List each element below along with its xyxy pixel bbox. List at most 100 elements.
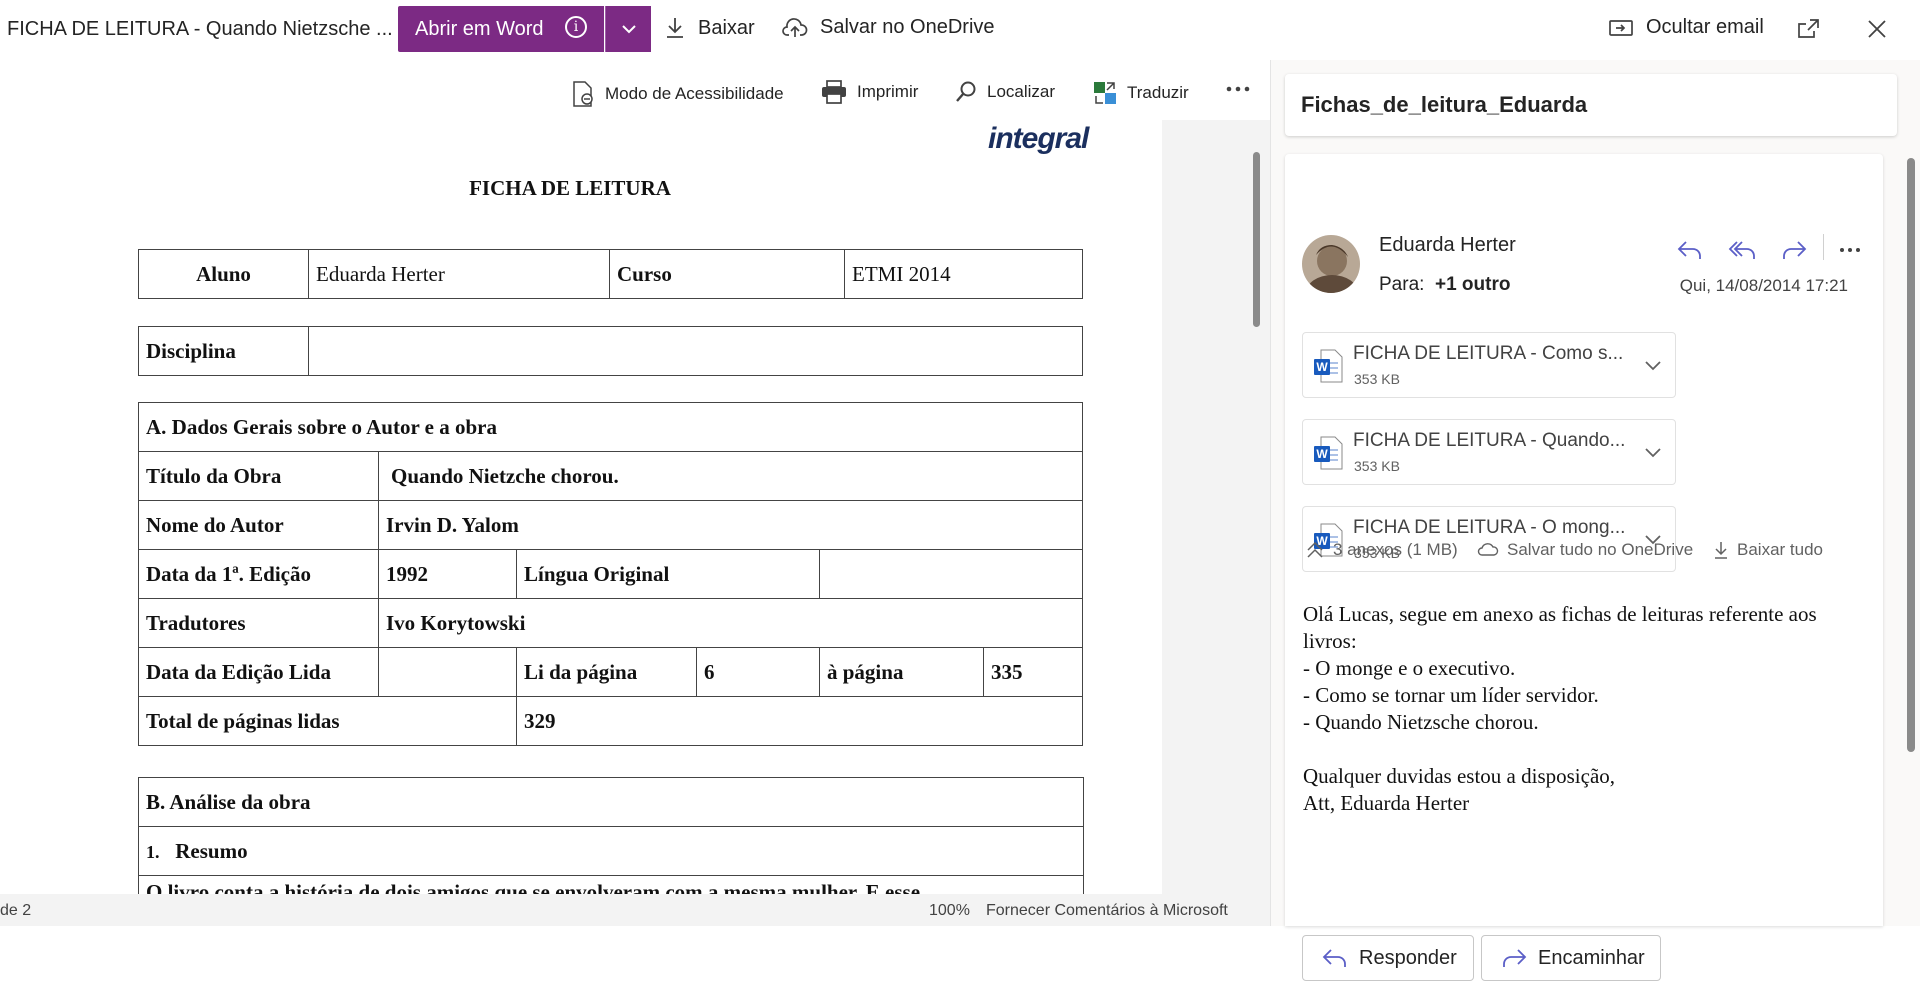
more-icon (1226, 86, 1250, 92)
download-button[interactable]: Baixar (664, 16, 755, 40)
email-body: Olá Lucas, segue em anexo as fichas de l… (1303, 601, 1863, 817)
popout-button[interactable] (1796, 17, 1822, 46)
body-line: Att, Eduarda Herter (1303, 791, 1470, 815)
translate-icon (1094, 82, 1116, 104)
chevron-down-icon[interactable] (1643, 357, 1663, 373)
download-all-button[interactable]: Baixar tudo (1713, 540, 1823, 560)
avatar-photo (1302, 235, 1360, 293)
recipients[interactable]: Para: +1 outro (1379, 274, 1510, 296)
forward-action[interactable] (1779, 237, 1809, 268)
reply-icon (1677, 241, 1701, 259)
resumo-text: O livro conta a história de dois amigos … (138, 875, 1084, 894)
print-button[interactable]: Imprimir (820, 80, 918, 104)
document-toolbar: Modo de Acessibilidade Imprimir Localiza… (0, 60, 1270, 120)
reply-label: Responder (1359, 946, 1457, 969)
email-scrollbar[interactable] (1907, 158, 1915, 752)
edicao-label: Data da 1ª. Edição (138, 549, 379, 599)
document-title: FICHA DE LEITURA - Quando Nietzsche ... (7, 18, 393, 40)
save-all-onedrive-label: Salvar tudo no OneDrive (1507, 540, 1694, 559)
hide-email-label: Ocultar email (1646, 16, 1764, 38)
body-line: - O monge e o executivo. (1303, 656, 1516, 680)
body-line: Olá Lucas, segue em anexo as fichas de l… (1303, 602, 1817, 653)
zoom-level[interactable]: 100% (929, 902, 970, 920)
attachments-summary-toggle[interactable]: 3 anexos (1 MB) (1305, 540, 1458, 560)
accessibility-icon (573, 81, 593, 107)
info-icon[interactable]: i (565, 16, 587, 38)
titulo-label: Título da Obra (138, 451, 379, 501)
translate-button[interactable]: Traduzir (1092, 80, 1189, 106)
find-label: Localizar (987, 82, 1056, 101)
printer-icon (822, 80, 846, 104)
page-count: de 2 (0, 902, 32, 919)
attachment-card[interactable]: W FICHA DE LEITURA - Como s... 353 KB (1302, 332, 1676, 398)
attachment-size: 353 KB (1354, 458, 1400, 474)
edicao-lida-label: Data da Edição Lida (138, 647, 379, 697)
resumo-heading: 1. Resumo (138, 826, 1084, 876)
attachment-card[interactable]: W FICHA DE LEITURA - Quando... 353 KB (1302, 419, 1676, 485)
total-label: Total de páginas lidas (138, 696, 517, 746)
aluno-value: Eduarda Herter (308, 249, 610, 299)
document-scrollbar[interactable] (1253, 152, 1260, 327)
print-label: Imprimir (857, 82, 919, 101)
edicao-value: 1992 (378, 549, 517, 599)
section-a-title: A. Dados Gerais sobre o Autor e a obra (138, 402, 1083, 452)
forward-button[interactable]: Encaminhar (1481, 935, 1661, 981)
avatar[interactable] (1302, 235, 1360, 293)
translate-label: Traduzir (1127, 83, 1189, 102)
attachment-name: FICHA DE LEITURA - Quando... (1353, 430, 1626, 451)
to-value: +1 outro (1434, 274, 1511, 295)
reply-action[interactable] (1675, 237, 1705, 268)
hide-email-button[interactable]: Ocultar email (1608, 16, 1764, 39)
titulo-value: Quando Nietzche chorou. (378, 451, 1083, 501)
word-doc-icon: W (1314, 349, 1343, 383)
autor-value: Irvin D. Yalom (378, 500, 1083, 550)
autor-label: Nome do Autor (138, 500, 379, 550)
download-all-label: Baixar tudo (1737, 540, 1823, 559)
forward-icon (1503, 949, 1527, 967)
curso-label: Curso (609, 249, 845, 299)
chevron-down-icon[interactable] (1643, 444, 1663, 460)
attachment-card[interactable]: W FICHA DE LEITURA - O mong... 353 KB (1302, 506, 1676, 572)
chevron-down-icon (622, 25, 636, 34)
author-work-table: A. Dados Gerais sobre o Autor e a obra T… (138, 402, 1083, 746)
feedback-link[interactable]: Fornecer Comentários à Microsoft (986, 902, 1228, 920)
more-options-button[interactable] (1224, 74, 1261, 104)
integral-logo: integral (988, 122, 1089, 155)
resumo-number: 1. (146, 841, 160, 862)
cloud-icon (1477, 543, 1499, 556)
email-date: Qui, 14/08/2014 17:21 (1679, 276, 1848, 295)
reply-button[interactable]: Responder (1302, 935, 1474, 981)
total-value: 329 (516, 696, 1083, 746)
email-subject-box: Fichas_de_leitura_Eduarda (1285, 74, 1897, 136)
student-table: Aluno Eduarda Herter Curso ETMI 2014 (138, 249, 1083, 299)
reply-all-action[interactable] (1727, 237, 1759, 268)
sender-name[interactable]: Eduarda Herter (1379, 234, 1516, 257)
email-subject: Fichas_de_leitura_Eduarda (1301, 92, 1588, 117)
tradutores-value: Ivo Korytowski (378, 598, 1083, 648)
a-pagina-value: 335 (983, 647, 1083, 697)
to-label: Para: (1379, 274, 1425, 295)
save-onedrive-label: Salvar no OneDrive (820, 16, 995, 38)
save-all-onedrive-button[interactable]: Salvar tudo no OneDrive (1477, 540, 1693, 560)
accessibility-mode-button[interactable]: Modo de Acessibilidade (570, 80, 784, 108)
body-line: Qualquer duvidas estou a disposição, (1303, 764, 1616, 788)
attachments-summary: 3 anexos (1 MB) (1333, 540, 1458, 559)
close-button[interactable] (1862, 14, 1892, 49)
double-chevron-up-icon (1307, 541, 1323, 558)
attachment-name: FICHA DE LEITURA - O mong... (1353, 517, 1626, 538)
disciplina-label: Disciplina (138, 326, 309, 376)
discipline-table: Disciplina (138, 326, 1083, 376)
open-in-word-button[interactable]: Abrir em Word i (398, 6, 604, 52)
word-doc-icon: W (1314, 436, 1343, 470)
more-actions-button[interactable] (1837, 237, 1863, 268)
disciplina-value (308, 326, 1083, 376)
svg-text:W: W (1316, 447, 1328, 461)
find-button[interactable]: Localizar (954, 80, 1055, 104)
close-icon (1868, 20, 1886, 38)
lingua-value (819, 549, 1083, 599)
save-onedrive-button[interactable]: Salvar no OneDrive (782, 16, 995, 39)
edicao-lida-value (378, 647, 517, 697)
top-bar: FICHA DE LEITURA - Quando Nietzsche ... … (0, 0, 1920, 60)
body-line: - Quando Nietzsche chorou. (1303, 710, 1539, 734)
open-in-word-dropdown[interactable] (605, 6, 651, 52)
